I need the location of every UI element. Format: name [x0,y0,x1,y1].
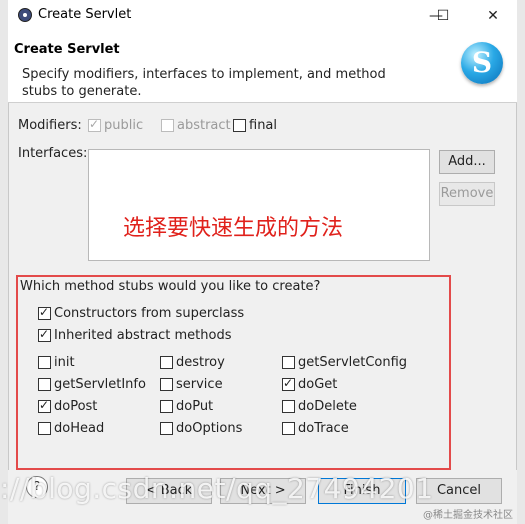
final-checkbox[interactable] [233,119,246,132]
abstract-checkbox[interactable] [161,119,174,132]
dopost-checkbox[interactable] [38,398,51,413]
abstract-label: abstract [177,118,231,133]
dotrace-checkbox[interactable] [282,422,295,435]
init-checkbox[interactable] [38,356,51,369]
watermark-url: ://blog.csdn.net/qq_27494201 [0,472,434,505]
doput-label: doPut [176,399,214,414]
eclipse-app-icon [18,8,32,22]
method-stubs-question: Which method stubs would you like to cre… [20,279,321,294]
interfaces-list[interactable]: 选择要快速生成的方法 [88,149,430,261]
close-button[interactable]: ✕ [470,2,516,30]
constructors-label: Constructors from superclass [54,306,245,321]
inherited-abstract-label: Inherited abstract methods [54,328,232,343]
dohead-label: doHead [54,421,105,436]
doget-checkbox[interactable] [282,376,295,391]
dopost-label: doPost [54,399,98,414]
remove-interface-button[interactable]: Remove [439,182,495,206]
dohead-checkbox[interactable] [38,422,51,435]
servlet-logo-icon: S [461,42,503,84]
getservletinfo-checkbox[interactable] [38,378,51,391]
add-interface-button[interactable]: Add... [439,150,495,174]
getservletinfo-label: getServletInfo [54,377,146,392]
public-label: public [104,118,144,133]
dodelete-checkbox[interactable] [282,400,295,413]
window-title: Create Servlet [38,7,132,22]
dotrace-label: doTrace [298,421,349,436]
public-checkbox[interactable] [88,117,101,132]
service-checkbox[interactable] [160,378,173,391]
modifiers-label: Modifiers: [18,118,82,133]
annotation-highlight-box [16,275,451,470]
doget-label: doGet [298,377,338,392]
background-editor-strip-right [516,0,525,524]
annotation-text: 选择要快速生成的方法 [123,216,344,241]
watermark-community: @稀土掘金技术社区 [423,510,513,521]
dooptions-checkbox[interactable] [160,422,173,435]
getservletconfig-checkbox[interactable] [282,356,295,369]
constructors-checkbox[interactable] [38,305,51,320]
create-servlet-dialog: Create Servlet — ☐ ✕ Create Servlet Spec… [0,0,525,524]
final-label: final [249,118,278,133]
service-label: service [176,377,223,392]
banner-heading: Create Servlet [14,42,120,57]
getservletconfig-label: getServletConfig [298,355,408,370]
destroy-label: destroy [176,355,225,370]
maximize-button[interactable]: ☐ [423,2,463,30]
interfaces-label: Interfaces: [18,146,88,161]
title-bar: Create Servlet — ☐ ✕ [8,0,517,32]
init-label: init [54,355,75,370]
wizard-banner: Create Servlet Specify modifiers, interf… [8,32,517,103]
destroy-checkbox[interactable] [160,356,173,369]
inherited-abstract-checkbox[interactable] [38,327,51,342]
banner-description: Specify modifiers, interfaces to impleme… [22,67,386,99]
dodelete-label: doDelete [298,399,357,414]
doput-checkbox[interactable] [160,400,173,413]
dooptions-label: doOptions [176,421,243,436]
